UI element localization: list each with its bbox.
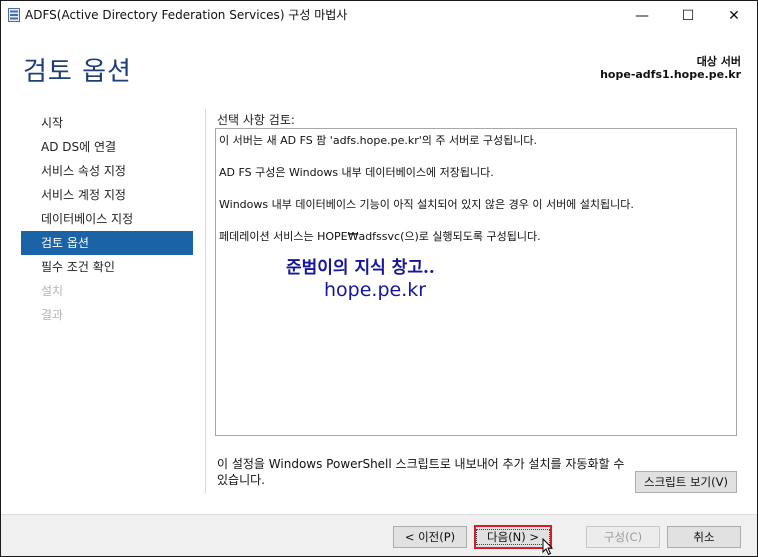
review-label: 선택 사항 검토: xyxy=(217,113,295,127)
page-title: 검토 옵션 xyxy=(23,57,132,87)
review-line: Windows 내부 데이터베이스 기능이 아직 설치되어 있지 않은 경우 이… xyxy=(219,198,634,211)
next-button-label: 다음(N) > xyxy=(475,529,551,545)
nav-item-review-options[interactable]: 검토 옵션 xyxy=(21,231,193,255)
nav-item-start[interactable]: 시작 xyxy=(21,111,193,135)
nav-item-install: 설치 xyxy=(41,284,64,298)
title-bar: ADFS(Active Directory Federation Service… xyxy=(1,1,757,31)
nav-divider xyxy=(205,109,206,494)
nav-item-service-properties[interactable]: 서비스 속성 지정 xyxy=(21,159,193,183)
view-script-button[interactable]: 스크립트 보기(V) xyxy=(635,471,737,493)
nav-item-prerequisites[interactable]: 필수 조건 확인 xyxy=(21,255,193,279)
mouse-cursor-icon xyxy=(542,538,554,556)
wizard-nav: 시작 AD DS에 연결 서비스 속성 지정 서비스 계정 지정 데이터베이스 … xyxy=(21,111,193,327)
review-line: 이 서버는 새 AD FS 팜 'adfs.hope.pe.kr'의 주 서버로… xyxy=(219,134,537,147)
nav-item-results: 결과 xyxy=(41,308,64,322)
close-button[interactable]: ✕ xyxy=(711,1,757,31)
nav-item-connect-ad-ds[interactable]: AD DS에 연결 xyxy=(21,135,193,159)
watermark-url: hope.pe.kr xyxy=(324,279,427,301)
wizard-window: ADFS(Active Directory Federation Service… xyxy=(0,0,758,557)
review-line: AD FS 구성은 Windows 내부 데이터베이스에 저장됩니다. xyxy=(219,166,494,179)
target-server-label: 대상 서버 xyxy=(696,55,741,68)
review-textbox[interactable]: 이 서버는 새 AD FS 팜 'adfs.hope.pe.kr'의 주 서버로… xyxy=(215,128,737,436)
previous-button[interactable]: < 이전(P) xyxy=(393,526,467,548)
footer-bar: < 이전(P) 다음(N) > 구성(C) 취소 xyxy=(1,514,757,556)
cancel-button[interactable]: 취소 xyxy=(667,526,741,548)
configure-button: 구성(C) xyxy=(586,526,660,548)
maximize-icon: ☐ xyxy=(681,8,695,24)
target-server-value: hope-adfs1.hope.pe.kr xyxy=(600,68,741,81)
review-line: 페데레이션 서비스는 HOPE₩adfssvc(으)로 실행되도록 구성됩니다. xyxy=(219,230,541,243)
minimize-button[interactable]: — xyxy=(619,1,665,31)
watermark-text: 준범이의 지식 창고.. xyxy=(286,258,435,278)
minimize-icon: — xyxy=(635,8,649,24)
nav-item-service-account[interactable]: 서비스 계정 지정 xyxy=(21,183,193,207)
nav-item-database[interactable]: 데이터베이스 지정 xyxy=(21,207,193,231)
server-app-icon xyxy=(8,8,20,22)
powershell-description: 이 설정을 Windows PowerShell 스크립트로 내보내어 추가 설… xyxy=(217,457,625,487)
window-title: ADFS(Active Directory Federation Service… xyxy=(25,8,348,22)
next-button[interactable]: 다음(N) > xyxy=(474,525,552,549)
close-icon: ✕ xyxy=(728,8,740,24)
maximize-button[interactable]: ☐ xyxy=(665,1,711,31)
